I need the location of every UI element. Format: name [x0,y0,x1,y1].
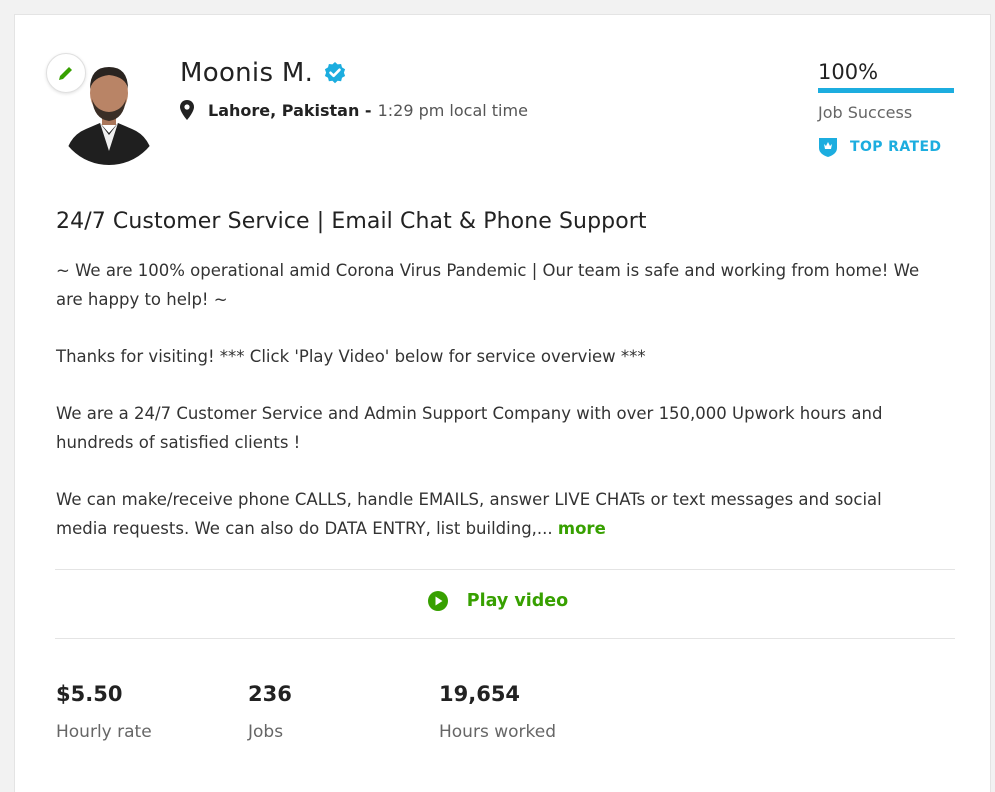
stat-hourly-rate: $5.50 Hourly rate [56,682,152,742]
more-link[interactable]: more [558,519,606,538]
local-time: 1:29 pm local time [377,100,528,120]
job-success-score: 100% Job Success [818,60,954,122]
stat-hours-worked: 19,654 Hours worked [439,682,556,742]
description-paragraph: Thanks for visiting! *** Click 'Play Vid… [56,347,646,366]
verified-check-icon [323,61,347,85]
stat-value: 19,654 [439,682,521,706]
top-rated-badge-icon [819,138,837,157]
stat-label: Hourly rate [56,722,152,742]
description-paragraph: ~ We are 100% operational amid Corona Vi… [56,261,920,309]
profile-description: ~ We are 100% operational amid Corona Vi… [56,256,936,571]
stat-value: $5.50 [56,682,123,706]
avatar-container [46,53,162,169]
divider [55,638,955,639]
stat-value: 236 [248,682,292,706]
stat-jobs: 236 Jobs [248,682,292,742]
play-circle-icon [427,591,448,611]
edit-photo-button[interactable] [46,53,86,93]
play-video-label: Play video [466,591,569,611]
job-success-bar [818,88,954,93]
stat-label: Hours worked [439,722,556,742]
divider [55,569,955,570]
job-success-label: Job Success [818,103,913,122]
job-success-value: 100% [818,60,879,84]
stat-label: Jobs [248,722,284,742]
name-row: Moonis M. [180,58,347,88]
description-paragraph: We are a 24/7 Customer Service and Admin… [56,404,883,452]
play-video-button[interactable]: Play video [0,590,995,612]
location-row: Lahore, Pakistan - 1:29 pm local time [180,100,528,120]
description-text: We can make/receive phone CALLS, handle … [56,490,882,538]
pencil-icon [59,67,72,80]
top-rated-label: TOP RATED [850,139,942,155]
job-success-bar-fill [818,88,954,93]
freelancer-name: Moonis M. [180,58,314,88]
location-city: Lahore, Pakistan - [208,100,372,120]
description-paragraph: We can make/receive phone CALLS, handle … [56,485,936,543]
map-pin-icon [180,100,194,120]
top-rated-badge: TOP RATED [818,136,941,158]
profile-title: 24/7 Customer Service | Email Chat & Pho… [56,209,647,234]
